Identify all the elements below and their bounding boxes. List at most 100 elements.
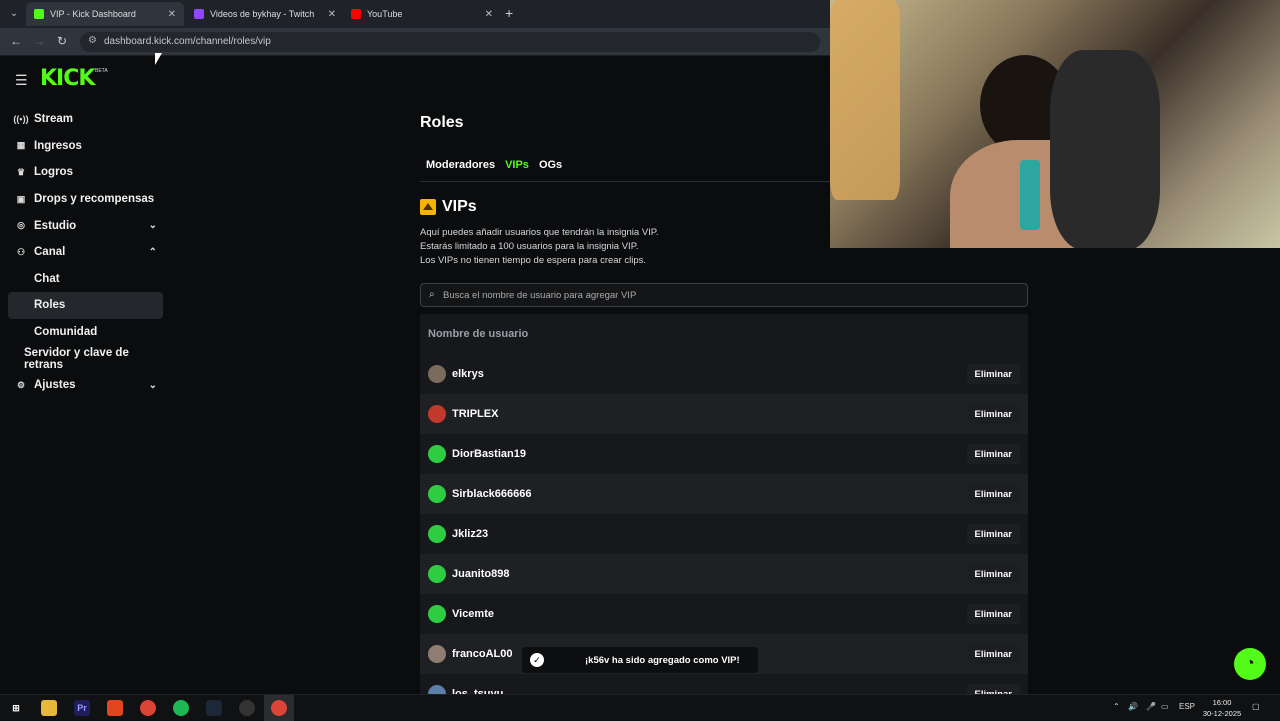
url-text: dashboard.kick.com/channel/roles/vip xyxy=(104,36,271,47)
remove-vip-button[interactable]: Eliminar xyxy=(966,444,1020,464)
sidebar-item-servidor[interactable]: Servidor y clave de retrans xyxy=(8,345,163,372)
remove-vip-button[interactable]: Eliminar xyxy=(966,684,1020,694)
sidebar-item-comunidad[interactable]: Comunidad xyxy=(8,319,163,346)
close-icon[interactable]: ✕ xyxy=(328,9,336,20)
new-tab-icon[interactable]: + xyxy=(505,5,513,21)
url-field[interactable]: ⚙ dashboard.kick.com/channel/roles/vip xyxy=(80,32,820,52)
avatar xyxy=(428,525,446,543)
username[interactable]: Sirblack666666 xyxy=(452,488,532,500)
tab-search-icon[interactable]: ⌄ xyxy=(6,6,22,22)
sidebar-item-label: Logros xyxy=(34,166,73,179)
help-chat-icon[interactable]: ◔ xyxy=(1234,648,1266,680)
close-icon[interactable]: ✕ xyxy=(485,9,493,20)
username[interactable]: Jkliz23 xyxy=(452,528,488,540)
sidebar-item-drops[interactable]: ▣ Drops y recompensas xyxy=(8,186,163,213)
description-line: Estarás limitado a 100 usuarios para la … xyxy=(420,241,639,252)
clock[interactable]: 16:00 30-12-2025 xyxy=(1200,697,1244,719)
username[interactable]: francoAL00 xyxy=(452,648,513,660)
sidebar-nav: ((•)) Stream ▦ Ingresos ♛ Logros ▣ Drops… xyxy=(8,106,163,399)
chrome-active-icon[interactable] xyxy=(271,700,287,716)
remove-vip-button[interactable]: Eliminar xyxy=(966,564,1020,584)
file-explorer-icon[interactable] xyxy=(41,700,57,716)
sidebar-item-estudio[interactable]: ◎ Estudio ⌄ xyxy=(8,212,163,239)
remove-vip-button[interactable]: Eliminar xyxy=(966,404,1020,424)
browser-tab-twitch[interactable]: Videos de bykhay - Twitch ✕ xyxy=(186,2,344,26)
gift-icon: ▣ xyxy=(16,193,26,204)
toast-notification: ✓ ¡k56v ha sido agregado como VIP! xyxy=(522,647,758,673)
sidebar-item-ajustes[interactable]: ⚙ Ajustes ⌄ xyxy=(8,372,163,399)
username[interactable]: Vicemte xyxy=(452,608,494,620)
sidebar-item-label: Drops y recompensas xyxy=(34,193,155,206)
forward-icon[interactable]: → xyxy=(33,34,45,48)
gear-icon: ⚙ xyxy=(16,379,26,390)
webcam-microphone-shape xyxy=(1020,160,1040,230)
tab-ogs[interactable]: OGs xyxy=(539,156,562,181)
username[interactable]: elkrys xyxy=(452,368,484,380)
sidebar-item-logros[interactable]: ♛ Logros xyxy=(8,159,163,186)
avatar xyxy=(428,405,446,423)
avatar xyxy=(428,365,446,383)
roles-tabs: Moderadores VIPs OGs xyxy=(420,156,830,182)
notifications-icon[interactable]: ▢ xyxy=(1252,702,1260,711)
premiere-icon[interactable]: Pr xyxy=(74,700,90,716)
avatar xyxy=(428,565,446,583)
check-icon: ✓ xyxy=(530,653,544,667)
description-line: Aquí puedes añadir usuarios que tendrán … xyxy=(420,227,659,238)
tab-vips[interactable]: VIPs xyxy=(505,156,529,181)
column-header-username: Nombre de usuario xyxy=(428,328,529,340)
browser-tab-youtube[interactable]: YouTube ✕ xyxy=(343,2,501,26)
reload-icon[interactable]: ↻ xyxy=(57,34,67,48)
remove-vip-button[interactable]: Eliminar xyxy=(966,524,1020,544)
sidebar-item-canal[interactable]: ⚇ Canal ⌃ xyxy=(8,239,163,266)
taskbar: ⊞ Pr ⌃ 🔊 🎤 ▭ ESP 16:00 30-12-2025 ▢ xyxy=(0,694,1280,721)
chrome-icon[interactable] xyxy=(140,700,156,716)
studio-icon: ◎ xyxy=(17,220,25,231)
menu-icon[interactable]: ☰ xyxy=(15,72,28,89)
sidebar-item-label: Roles xyxy=(34,299,66,312)
sidebar-item-stream[interactable]: ((•)) Stream xyxy=(8,106,163,133)
table-row: Juanito898 Eliminar xyxy=(420,554,1028,594)
username[interactable]: Juanito898 xyxy=(452,568,509,580)
toast-message: ¡k56v ha sido agregado como VIP! xyxy=(585,654,740,666)
steam-icon[interactable] xyxy=(206,700,222,716)
table-row: los_tsuyu Eliminar xyxy=(420,674,1028,694)
table-row: Sirblack666666 Eliminar xyxy=(420,474,1028,514)
tray-chevron-icon[interactable]: ⌃ xyxy=(1113,702,1120,711)
sidebar-item-chat[interactable]: Chat xyxy=(8,266,163,293)
sidebar-item-label: Stream xyxy=(34,113,73,126)
sidebar-item-label: Servidor y clave de retrans xyxy=(24,346,129,371)
microphone-icon[interactable]: 🎤 xyxy=(1146,702,1156,711)
page-title: Roles xyxy=(420,114,464,131)
volume-icon[interactable]: 🔊 xyxy=(1128,702,1138,711)
username[interactable]: DiorBastian19 xyxy=(452,448,526,460)
remove-vip-button[interactable]: Eliminar xyxy=(966,364,1020,384)
site-info-icon[interactable]: ⚙ xyxy=(88,35,97,46)
section-title: VIPs xyxy=(420,198,477,216)
sidebar-item-label: Canal xyxy=(34,246,66,259)
remove-vip-button[interactable]: Eliminar xyxy=(966,604,1020,624)
language-indicator[interactable]: ESP xyxy=(1179,702,1195,711)
remove-vip-button[interactable]: Eliminar xyxy=(966,484,1020,504)
search-input[interactable] xyxy=(443,287,1013,303)
back-icon[interactable]: ← xyxy=(10,34,22,48)
search-icon: ⌕ xyxy=(429,289,435,300)
tab-moderadores[interactable]: Moderadores xyxy=(426,156,495,181)
username[interactable]: TRIPLEX xyxy=(452,408,498,420)
browser-tab-kick[interactable]: VIP - Kick Dashboard ✕ xyxy=(26,2,184,26)
windows-start-icon[interactable]: ⊞ xyxy=(8,700,24,716)
sidebar-item-label: Estudio xyxy=(34,219,77,232)
sidebar-item-ingresos[interactable]: ▦ Ingresos xyxy=(8,133,163,160)
remove-vip-button[interactable]: Eliminar xyxy=(966,644,1020,664)
chevron-down-icon: ⌄ xyxy=(148,220,157,232)
spotify-icon[interactable] xyxy=(173,700,189,716)
network-icon[interactable]: ▭ xyxy=(1161,702,1169,711)
sidebar-item-roles[interactable]: Roles xyxy=(8,292,163,319)
tab-label: VIP - Kick Dashboard xyxy=(50,9,136,19)
search-box[interactable]: ⌕ xyxy=(420,283,1028,307)
chevron-down-icon: ⌄ xyxy=(148,379,157,391)
close-icon[interactable]: ✕ xyxy=(168,9,176,20)
brave-icon[interactable] xyxy=(107,700,123,716)
kick-logo[interactable]: KICK xyxy=(40,66,95,91)
obs-icon[interactable] xyxy=(239,700,255,716)
table-row: Jkliz23 Eliminar xyxy=(420,514,1028,554)
